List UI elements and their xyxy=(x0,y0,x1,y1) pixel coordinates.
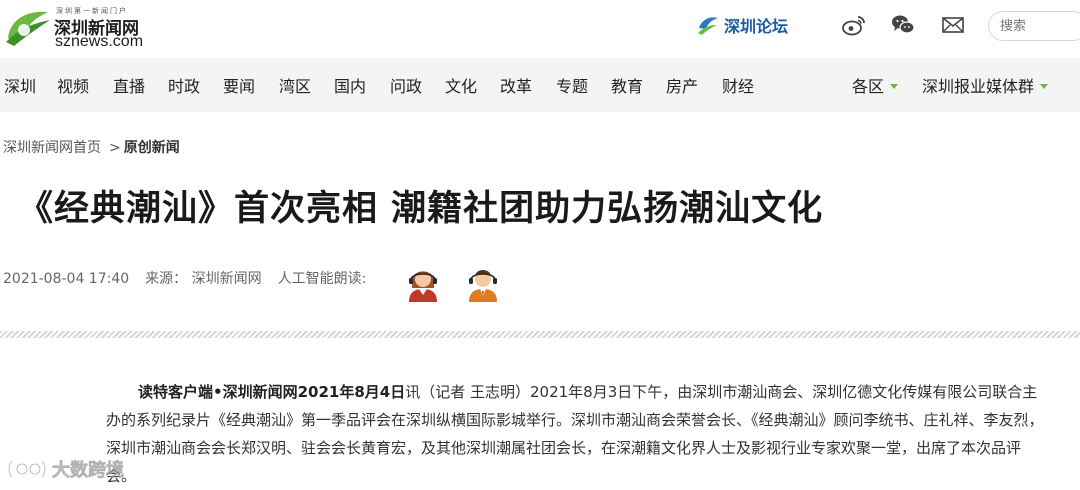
female-voice-avatar-icon[interactable] xyxy=(405,262,441,302)
nav-item-video[interactable]: 视频 xyxy=(57,73,89,97)
weibo-icon[interactable] xyxy=(842,14,866,36)
nav-item-education[interactable]: 教育 xyxy=(611,73,643,97)
nav-item-reform[interactable]: 改革 xyxy=(500,73,532,97)
search-input[interactable] xyxy=(988,11,1080,41)
article-body: 读特客户端•深圳新闻网2021年8月4日讯（记者 王志明）2021年8月3日下午… xyxy=(106,378,1050,490)
nav-item-finance[interactable]: 财经 xyxy=(722,73,754,97)
breadcrumb-home-link[interactable]: 深圳新闻网首页 xyxy=(3,140,101,156)
logo-leaf-icon xyxy=(6,11,50,46)
nav-item-inquiry[interactable]: 问政 xyxy=(390,73,422,97)
nav-item-shenzhen[interactable]: 深圳 xyxy=(4,73,36,97)
mail-icon[interactable] xyxy=(941,14,965,36)
nav-media-group-dropdown[interactable]: 深圳报业媒体群 xyxy=(922,73,1049,97)
nav-item-topics[interactable]: 专题 xyxy=(556,73,588,97)
forum-logo-icon xyxy=(698,17,718,35)
caret-down-icon xyxy=(890,84,899,89)
hatched-divider xyxy=(0,331,1080,338)
article-source: 来源： 深圳新闻网 xyxy=(145,271,262,287)
article-lead: 读特客户端•深圳新闻网2021年8月4日 xyxy=(138,383,406,401)
nav-regions-dropdown[interactable]: 各区 xyxy=(852,73,899,97)
article-datetime: 2021-08-04 17:40 xyxy=(3,271,130,287)
article-title: 《经典潮汕》首次亮相 潮籍社团助力弘扬潮汕文化 xyxy=(18,189,824,229)
breadcrumb-current-link[interactable]: 原创新闻 xyxy=(124,140,180,156)
nav-item-live[interactable]: 直播 xyxy=(113,73,145,97)
nav-regions-label: 各区 xyxy=(852,77,885,96)
nav-item-culture[interactable]: 文化 xyxy=(445,73,477,97)
forum-link[interactable]: 深圳论坛 xyxy=(696,12,788,38)
nav-item-domestic[interactable]: 国内 xyxy=(334,73,366,97)
watermark: 大数跨境 xyxy=(6,456,124,482)
breadcrumb-separator: > xyxy=(109,140,121,156)
forum-label: 深圳论坛 xyxy=(724,17,789,36)
wechat-icon[interactable] xyxy=(891,14,915,36)
nav-media-group-label: 深圳报业媒体群 xyxy=(922,77,1035,96)
site-logo[interactable]: 深圳第一新闻门户 深圳新闻网 sznews.com xyxy=(4,6,164,50)
top-bar: 深圳第一新闻门户 深圳新闻网 sznews.com 深圳论坛 xyxy=(0,0,1080,54)
ai-reading-label: 人工智能朗读: xyxy=(277,271,367,287)
watermark-logo-icon xyxy=(7,460,47,478)
male-voice-avatar-icon[interactable] xyxy=(465,262,501,302)
nav-item-real-estate[interactable]: 房产 xyxy=(666,73,698,97)
breadcrumb: 深圳新闻网首页 > 原创新闻 xyxy=(3,137,180,157)
nav-item-headlines[interactable]: 要闻 xyxy=(223,73,255,97)
article-paragraph: 读特客户端•深圳新闻网2021年8月4日讯（记者 王志明）2021年8月3日下午… xyxy=(106,378,1050,490)
caret-down-icon xyxy=(1040,84,1049,89)
nav-item-bay-area[interactable]: 湾区 xyxy=(279,73,311,97)
logo-name-en: sznews.com xyxy=(55,33,144,50)
nav-item-politics[interactable]: 时政 xyxy=(168,73,200,97)
article-meta: 2021-08-04 17:40 来源： 深圳新闻网 人工智能朗读: xyxy=(3,268,382,288)
watermark-text: 大数跨境 xyxy=(52,460,125,482)
main-nav: 深圳 视频 直播 时政 要闻 湾区 国内 问政 文化 改革 专题 教育 房产 财… xyxy=(0,58,1080,112)
